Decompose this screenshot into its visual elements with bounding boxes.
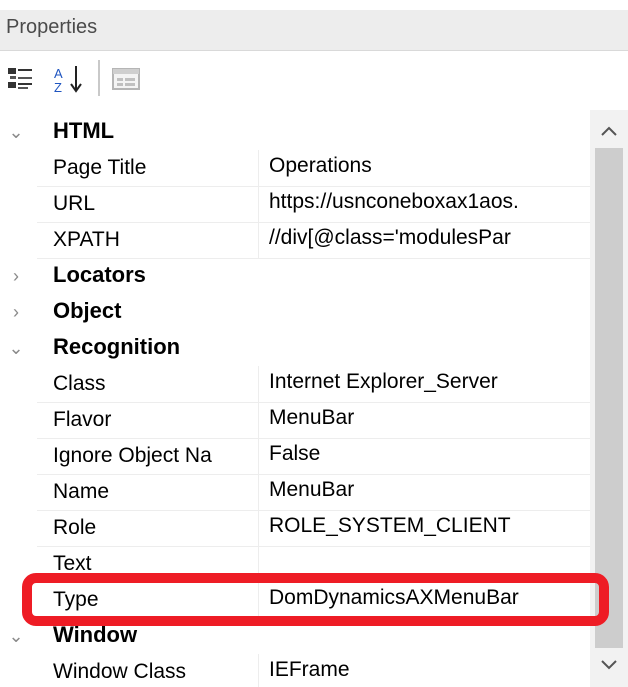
property-name: Window Class — [53, 660, 187, 683]
category-name: Object — [53, 298, 122, 323]
category-recognition[interactable]: ⌄ Recognition — [0, 330, 590, 366]
property-name: URL — [53, 192, 96, 215]
property-row[interactable]: Class Internet Explorer_Server — [0, 366, 590, 403]
category-name: Recognition — [53, 334, 181, 359]
svg-text:A: A — [54, 66, 63, 81]
property-name: Page Title — [53, 156, 147, 179]
property-pages-icon[interactable] — [110, 58, 140, 98]
property-row[interactable]: Page Title Operations — [0, 150, 590, 187]
property-name: Role — [53, 516, 97, 539]
sort-az-icon[interactable]: A Z — [52, 58, 82, 98]
property-row[interactable]: Role ROLE_SYSTEM_CLIENT — [0, 510, 590, 547]
property-name: Flavor — [53, 408, 112, 431]
property-name: XPATH — [53, 228, 120, 251]
property-value: //div[@class='modulesPar — [269, 226, 511, 249]
property-value: MenuBar — [269, 478, 355, 501]
panel-title: Properties — [6, 16, 98, 38]
chevron-right-icon[interactable]: › — [0, 258, 32, 294]
property-name: Class — [53, 372, 106, 395]
property-name: Ignore Object Na — [53, 444, 212, 467]
property-value: False — [269, 442, 321, 465]
property-row[interactable]: Window Class IEFrame — [0, 654, 590, 687]
property-name: Name — [53, 480, 110, 503]
property-row[interactable]: Name MenuBar — [0, 474, 590, 511]
category-html[interactable]: ⌄ HTML — [0, 114, 590, 150]
property-value: IEFrame — [269, 658, 350, 681]
chevron-down-icon[interactable]: ⌄ — [0, 114, 32, 150]
properties-title-bar: Properties — [0, 10, 628, 51]
property-value: MenuBar — [269, 406, 355, 429]
property-row[interactable]: Flavor MenuBar — [0, 402, 590, 439]
property-row[interactable]: Ignore Object Na False — [0, 438, 590, 475]
chevron-right-icon[interactable]: › — [0, 294, 32, 330]
properties-toolbar: A Z — [0, 52, 628, 108]
property-row[interactable]: XPATH //div[@class='modulesPar — [0, 222, 590, 259]
property-value: Internet Explorer_Server — [269, 370, 498, 393]
scroll-down-icon[interactable] — [590, 650, 628, 680]
property-value: Operations — [269, 154, 372, 177]
toolbar-separator — [98, 60, 100, 96]
type-row-highlight — [22, 573, 609, 626]
scroll-up-icon[interactable] — [590, 116, 628, 146]
svg-text:Z: Z — [54, 80, 62, 95]
categorized-icon[interactable] — [6, 58, 36, 98]
property-value: ROLE_SYSTEM_CLIENT — [269, 514, 511, 537]
property-row[interactable]: URL https://usnconeboxax1aos. — [0, 186, 590, 223]
category-locators[interactable]: › Locators — [0, 258, 590, 294]
property-value: https://usnconeboxax1aos. — [269, 190, 519, 213]
category-name: Locators — [53, 262, 146, 287]
chevron-down-icon[interactable]: ⌄ — [0, 330, 32, 366]
category-name: HTML — [53, 118, 115, 143]
category-object[interactable]: › Object — [0, 294, 590, 330]
